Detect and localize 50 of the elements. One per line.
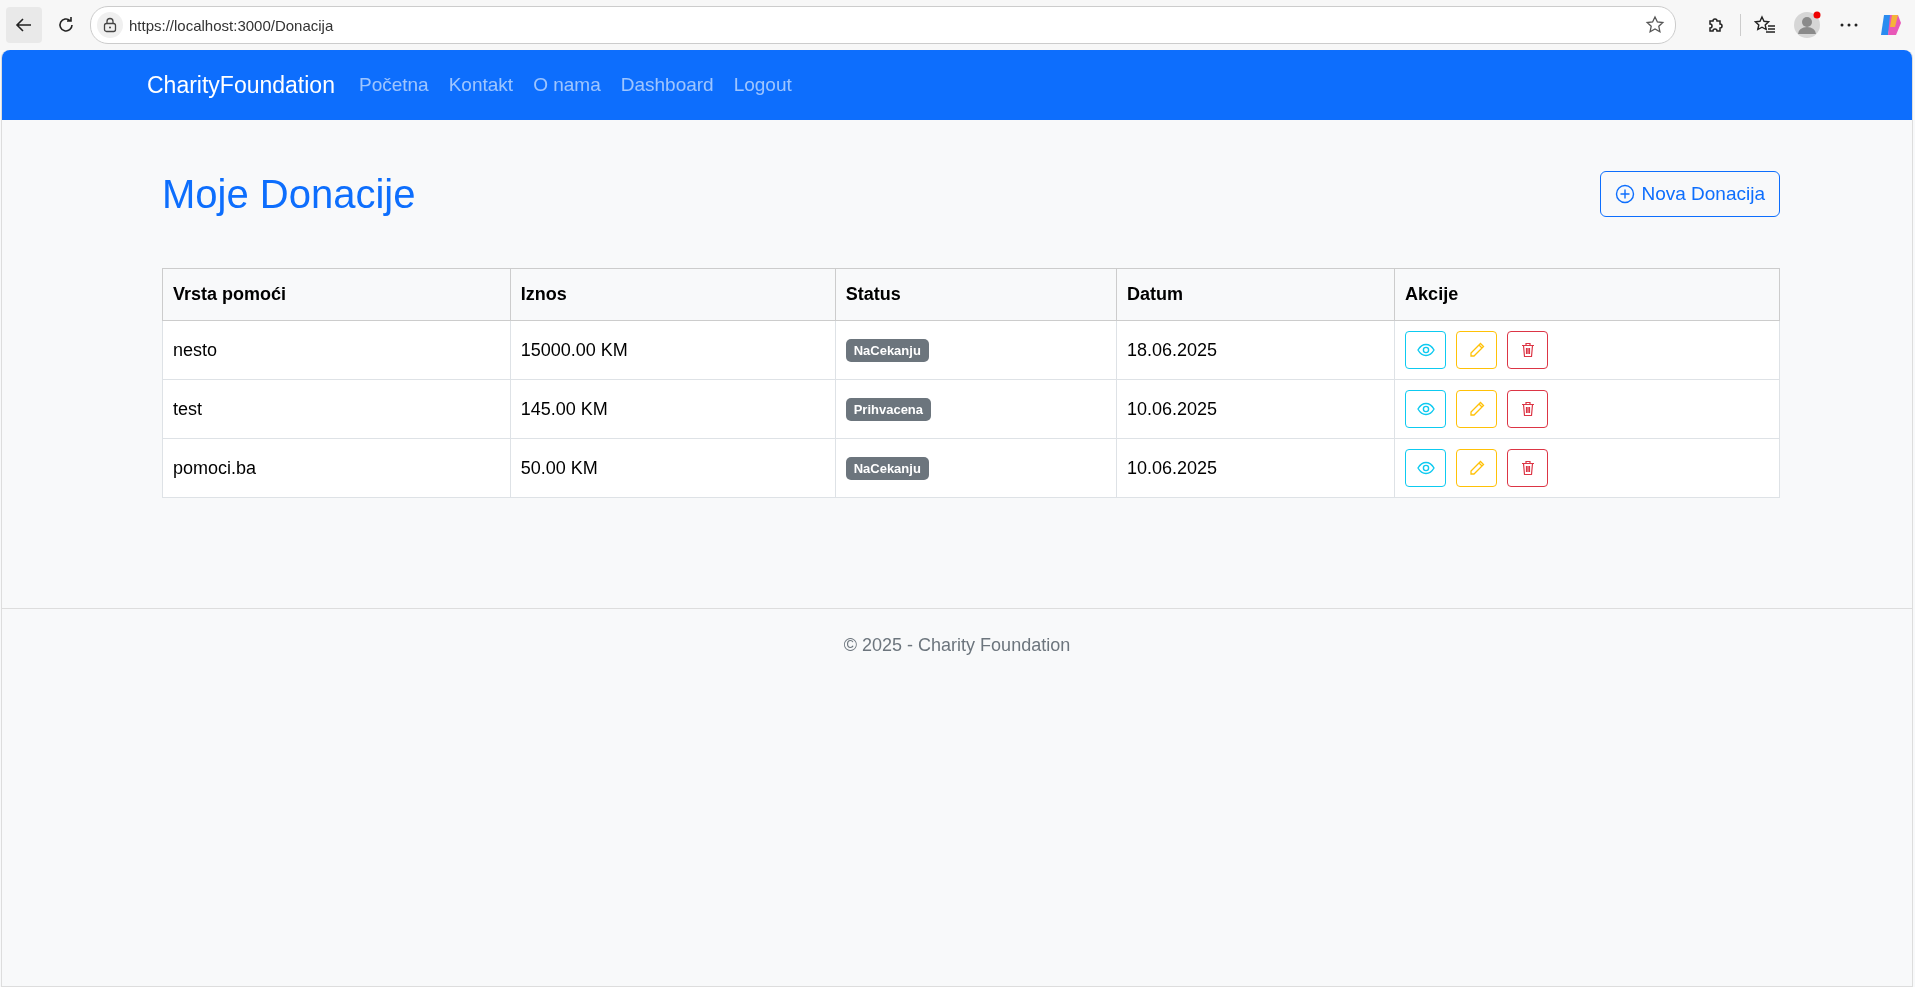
nav-link[interactable]: Logout bbox=[733, 74, 792, 96]
back-button[interactable] bbox=[6, 7, 42, 43]
pencil-icon bbox=[1468, 460, 1485, 476]
trash-icon bbox=[1520, 401, 1535, 417]
eye-icon bbox=[1416, 402, 1435, 416]
nav-link[interactable]: Dashboard bbox=[620, 74, 714, 96]
delete-button[interactable] bbox=[1507, 390, 1549, 428]
copilot-logo-icon bbox=[1878, 12, 1904, 38]
trash-icon bbox=[1520, 342, 1535, 358]
column-header: Datum bbox=[1116, 268, 1395, 321]
nav-link[interactable]: Kontakt bbox=[448, 74, 514, 96]
star-icon[interactable] bbox=[1645, 15, 1665, 35]
footer-text: © 2025 - Charity Foundation bbox=[843, 635, 1071, 656]
table-cell: test bbox=[162, 379, 511, 439]
status-badge: Prihvacena bbox=[845, 397, 932, 421]
pencil-icon bbox=[1468, 342, 1485, 358]
status-badge: NaCekanju bbox=[845, 456, 929, 480]
table-cell: pomoci.ba bbox=[162, 438, 511, 498]
table-cell: 50.00 KM bbox=[510, 438, 836, 498]
column-header: Vrsta pomoći bbox=[162, 268, 511, 321]
column-header: Akcije bbox=[1394, 268, 1780, 321]
nav-link[interactable]: O nama bbox=[533, 74, 601, 96]
address-bar[interactable]: https://localhost:3000/Donacija bbox=[90, 6, 1676, 44]
url-text: https://localhost:3000/Donacija bbox=[129, 16, 335, 34]
page-title: Moje Donacije bbox=[162, 171, 416, 217]
reload-icon bbox=[56, 15, 76, 35]
plus-circle-icon bbox=[1615, 184, 1636, 204]
nav-link[interactable]: Početna bbox=[358, 74, 429, 96]
status-badge: NaCekanju bbox=[845, 338, 929, 362]
eye-icon bbox=[1416, 461, 1435, 475]
delete-button[interactable] bbox=[1507, 449, 1549, 487]
star-list-icon bbox=[1754, 15, 1776, 35]
column-header: Iznos bbox=[510, 268, 836, 321]
table-cell: 15000.00 KM bbox=[510, 320, 836, 380]
table-cell: 10.06.2025 bbox=[1116, 379, 1395, 439]
lock-icon bbox=[103, 17, 117, 33]
pencil-icon bbox=[1468, 401, 1485, 417]
new-donation-button[interactable]: Nova Donacija bbox=[1600, 171, 1780, 217]
puzzle-icon bbox=[1706, 15, 1726, 35]
avatar-icon bbox=[1793, 11, 1821, 39]
delete-button[interactable] bbox=[1507, 331, 1549, 369]
table-cell: 18.06.2025 bbox=[1116, 320, 1395, 380]
trash-icon bbox=[1520, 460, 1535, 476]
table-cell: nesto bbox=[162, 320, 511, 380]
brand-link[interactable]: CharityFoundation bbox=[147, 71, 335, 99]
more-icon bbox=[1840, 23, 1858, 27]
table-cell: 145.00 KM bbox=[510, 379, 836, 439]
table-cell: 10.06.2025 bbox=[1116, 438, 1395, 498]
column-header: Status bbox=[835, 268, 1117, 321]
eye-icon bbox=[1416, 343, 1435, 357]
